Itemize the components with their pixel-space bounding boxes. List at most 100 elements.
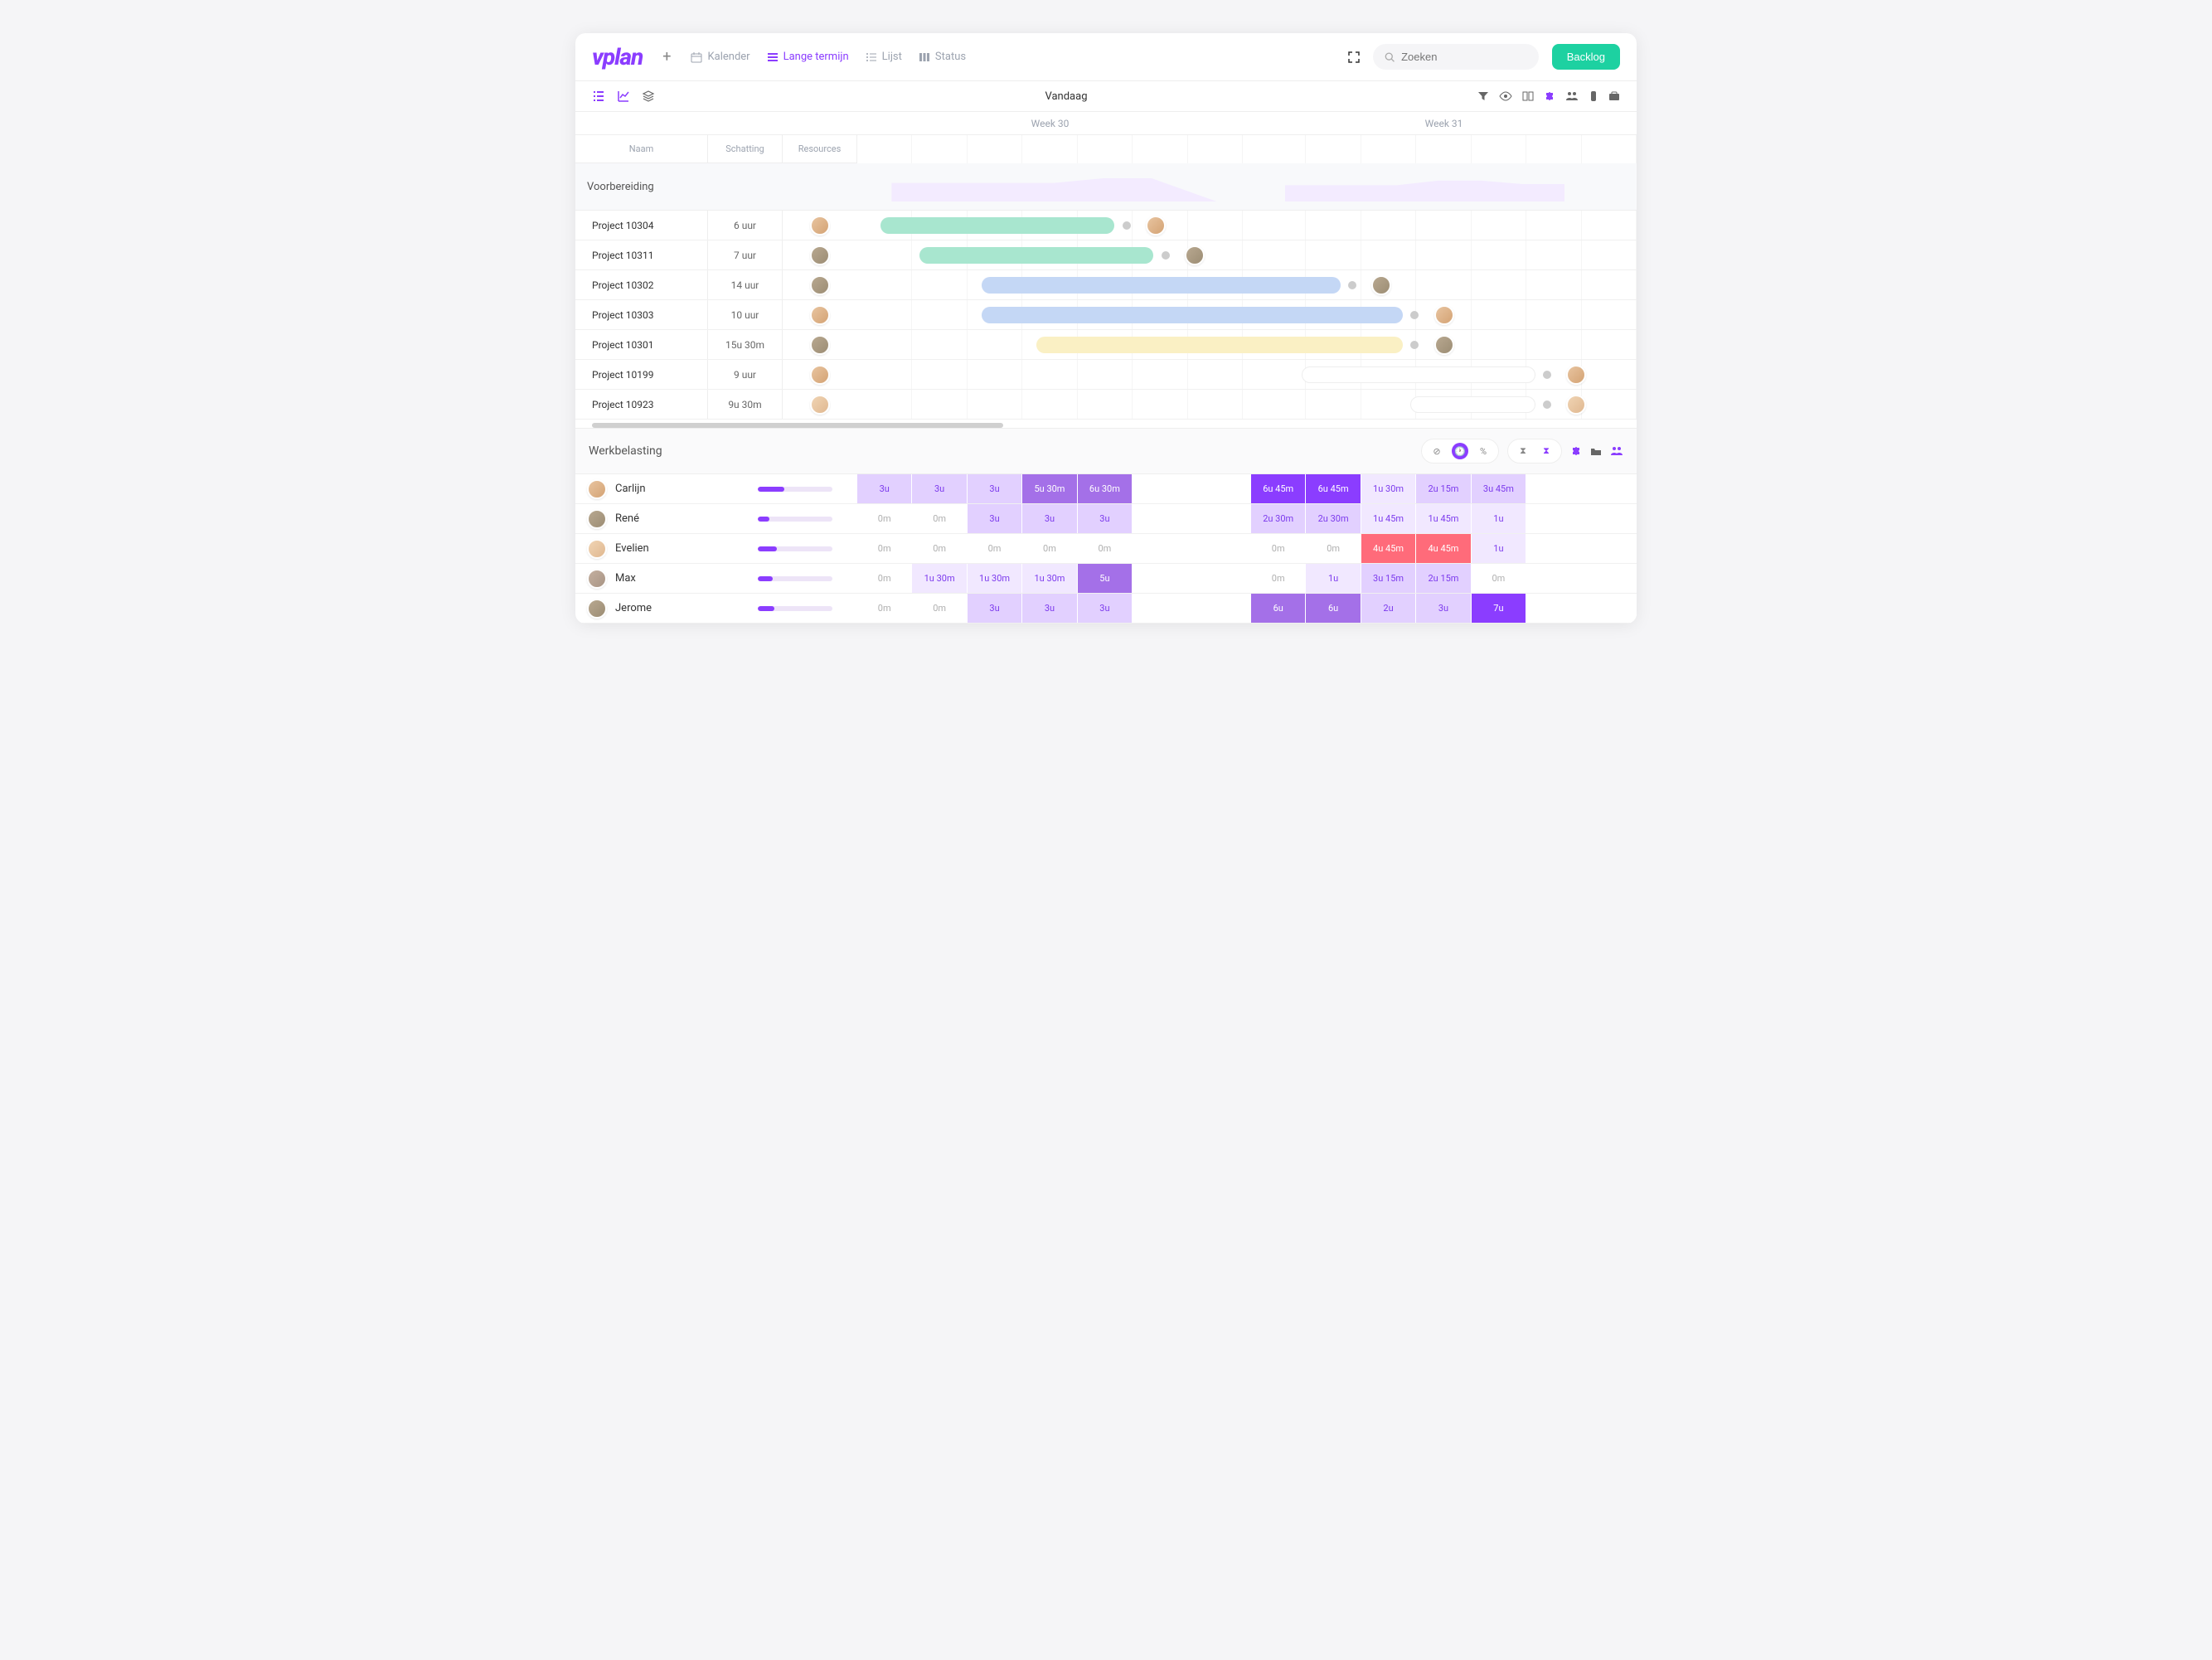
- search-box[interactable]: [1373, 44, 1539, 70]
- search-input[interactable]: [1401, 51, 1527, 63]
- fullscreen-icon[interactable]: [1348, 51, 1360, 63]
- puzzle-icon[interactable]: [1544, 90, 1555, 102]
- workload-cell[interactable]: 3u 45m: [1472, 474, 1526, 503]
- workload-mode-pill[interactable]: ⊘ 🕐 %: [1421, 439, 1499, 464]
- workload-cell[interactable]: 0m: [857, 564, 912, 593]
- workload-cell[interactable]: 3u: [968, 474, 1022, 503]
- workload-cell[interactable]: 0m: [1251, 534, 1306, 563]
- gantt-track[interactable]: [857, 390, 1637, 419]
- today-button[interactable]: Vandaag: [667, 90, 1466, 103]
- gantt-bar[interactable]: [919, 247, 1153, 264]
- workload-cell[interactable]: 6u 45m: [1251, 474, 1306, 503]
- project-row[interactable]: Project 10311 7 uur: [575, 240, 1637, 270]
- people-icon[interactable]: [1610, 445, 1623, 457]
- workload-cell[interactable]: 3u: [1022, 504, 1077, 533]
- eye-icon[interactable]: [1499, 90, 1512, 102]
- group-header[interactable]: Voorbereiding: [575, 163, 1637, 211]
- workload-cell[interactable]: 4u 45m: [1361, 534, 1416, 563]
- gantt-bar[interactable]: [982, 277, 1340, 294]
- workload-cell[interactable]: 1u: [1472, 504, 1526, 533]
- workload-cell[interactable]: 1u 30m: [1361, 474, 1416, 503]
- gantt-track[interactable]: [857, 300, 1637, 329]
- workload-row[interactable]: René 0m0m3u3u3u 2u 30m2u 30m1u 45m1u 45m…: [575, 504, 1637, 534]
- briefcase-icon[interactable]: [1608, 90, 1620, 102]
- layers-icon[interactable]: [642, 90, 655, 103]
- workload-cell[interactable]: 3u: [857, 474, 912, 503]
- workload-cell[interactable]: 1u 30m: [968, 564, 1022, 593]
- gantt-track[interactable]: [857, 211, 1637, 240]
- workload-cell[interactable]: 0m: [1078, 534, 1133, 563]
- view-tab-lange-termijn[interactable]: Lange termijn: [767, 51, 849, 63]
- hourglass-icon[interactable]: ⧗: [1515, 443, 1531, 459]
- workload-cell[interactable]: 2u 15m: [1416, 474, 1471, 503]
- workload-cell[interactable]: 3u: [1022, 594, 1077, 623]
- workload-cell[interactable]: 1u 30m: [912, 564, 967, 593]
- workload-cell[interactable]: 0m: [1472, 564, 1526, 593]
- project-row[interactable]: Project 10303 10 uur: [575, 300, 1637, 330]
- add-button[interactable]: +: [656, 45, 677, 69]
- workload-cell[interactable]: 6u: [1251, 594, 1306, 623]
- hourglass-fill-icon[interactable]: ⧗: [1538, 443, 1555, 459]
- tag-icon[interactable]: [1589, 90, 1598, 102]
- workload-cell[interactable]: 0m: [857, 504, 912, 533]
- clock-icon[interactable]: 🕐: [1452, 443, 1468, 459]
- project-row[interactable]: Project 10304 6 uur: [575, 211, 1637, 240]
- gantt-track[interactable]: [857, 270, 1637, 299]
- workload-cell[interactable]: 0m: [968, 534, 1022, 563]
- chart-icon[interactable]: [617, 90, 630, 103]
- workload-row[interactable]: Jerome 0m0m3u3u3u 6u6u2u3u7u: [575, 594, 1637, 624]
- workload-cell[interactable]: 3u: [912, 474, 967, 503]
- workload-cell[interactable]: 5u 30m: [1022, 474, 1077, 503]
- workload-cell[interactable]: 0m: [1306, 534, 1361, 563]
- workload-cell[interactable]: 0m: [1251, 564, 1306, 593]
- workload-filter-pill[interactable]: ⧗ ⧗: [1507, 439, 1562, 464]
- puzzle-icon[interactable]: [1570, 445, 1582, 457]
- workload-cell[interactable]: 5u: [1078, 564, 1133, 593]
- workload-cell[interactable]: 6u 45m: [1306, 474, 1361, 503]
- backlog-button[interactable]: Backlog: [1552, 44, 1620, 70]
- empty-icon[interactable]: ⊘: [1429, 443, 1445, 459]
- list-view-icon[interactable]: [592, 90, 605, 103]
- gantt-bar[interactable]: [982, 307, 1403, 323]
- project-row[interactable]: Project 10199 9 uur: [575, 360, 1637, 390]
- view-tab-lijst[interactable]: Lijst: [866, 51, 902, 63]
- workload-cell[interactable]: 6u: [1306, 594, 1361, 623]
- milestone-dot[interactable]: [1123, 221, 1131, 230]
- workload-row[interactable]: Evelien 0m0m0m0m0m 0m0m4u 45m4u 45m1u: [575, 534, 1637, 564]
- workload-cell[interactable]: 6u 30m: [1078, 474, 1133, 503]
- gantt-bar[interactable]: [1302, 366, 1535, 383]
- workload-cell[interactable]: 2u 15m: [1416, 564, 1471, 593]
- project-row[interactable]: Project 10302 14 uur: [575, 270, 1637, 300]
- project-row[interactable]: Project 10301 15u 30m: [575, 330, 1637, 360]
- workload-cell[interactable]: 0m: [1022, 534, 1077, 563]
- workload-cell[interactable]: 1u 45m: [1416, 504, 1471, 533]
- filter-icon[interactable]: [1477, 90, 1489, 102]
- milestone-dot[interactable]: [1162, 251, 1170, 260]
- workload-cell[interactable]: 3u: [1078, 594, 1133, 623]
- gantt-bar[interactable]: [1036, 337, 1403, 353]
- workload-cell[interactable]: 3u: [968, 504, 1022, 533]
- workload-cell[interactable]: 1u 45m: [1361, 504, 1416, 533]
- workload-cell[interactable]: 0m: [912, 594, 967, 623]
- gantt-bar[interactable]: [1410, 396, 1535, 413]
- workload-cell[interactable]: 3u: [1078, 504, 1133, 533]
- gantt-track[interactable]: [857, 240, 1637, 269]
- view-tab-kalender[interactable]: Kalender: [691, 51, 749, 63]
- project-row[interactable]: Project 10923 9u 30m: [575, 390, 1637, 420]
- workload-cell[interactable]: 2u: [1361, 594, 1416, 623]
- workload-cell[interactable]: 4u 45m: [1416, 534, 1471, 563]
- workload-cell[interactable]: 3u 15m: [1361, 564, 1416, 593]
- workload-cell[interactable]: 1u 30m: [1022, 564, 1077, 593]
- workload-cell[interactable]: 1u: [1472, 534, 1526, 563]
- people-icon[interactable]: [1565, 90, 1579, 102]
- horizontal-scrollbar[interactable]: [575, 420, 1637, 428]
- workload-cell[interactable]: 3u: [1416, 594, 1471, 623]
- percent-icon[interactable]: %: [1475, 443, 1492, 459]
- gantt-track[interactable]: [857, 330, 1637, 359]
- columns-icon[interactable]: [1522, 90, 1534, 102]
- gantt-bar[interactable]: [880, 217, 1114, 234]
- workload-cell[interactable]: 2u 30m: [1306, 504, 1361, 533]
- workload-cell[interactable]: 7u: [1472, 594, 1526, 623]
- workload-cell[interactable]: 1u: [1306, 564, 1361, 593]
- folder-icon[interactable]: [1590, 445, 1602, 457]
